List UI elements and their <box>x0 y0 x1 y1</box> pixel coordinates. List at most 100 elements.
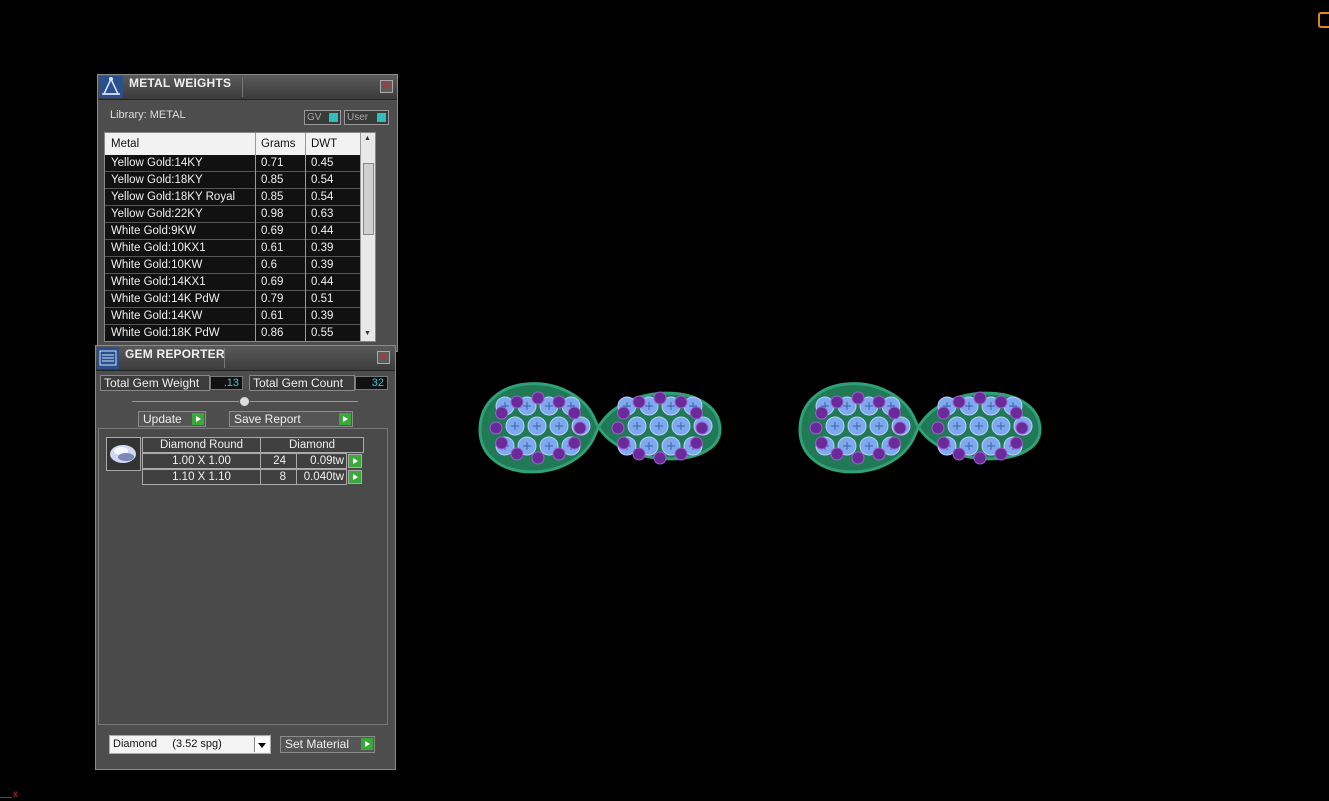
grams-cell: 0.86 <box>261 327 284 339</box>
col-metal[interactable]: Metal <box>111 138 139 150</box>
metal-name-cell: White Gold:9KW <box>111 225 196 237</box>
title-divider <box>224 348 225 368</box>
material-select[interactable]: Diamond (3.52 spg) <box>109 735 271 754</box>
metal-table-row[interactable]: Yellow Gold:18KY Royal 0.85 0.54 <box>105 189 375 206</box>
purple-gem <box>994 395 1008 409</box>
gem-size-cell: 1.00 X 1.00 <box>142 453 261 469</box>
gem-reporter-title: GEM REPORTER <box>125 347 225 361</box>
grams-cell: 0.69 <box>261 225 284 237</box>
purple-gem <box>872 447 886 461</box>
purple-gem <box>809 421 823 435</box>
purple-gem <box>674 447 688 461</box>
purple-gem <box>893 421 907 435</box>
user-toggle[interactable]: User <box>344 110 389 125</box>
dwt-cell: 0.54 <box>311 174 334 186</box>
gem-reporter-titlebar[interactable]: GEM REPORTER ✕ <box>96 346 395 371</box>
metal-table-row[interactable]: White Gold:14KX1 0.69 0.44 <box>105 274 375 291</box>
purple-gem <box>552 395 566 409</box>
gem-weight-cell: 0.09tw <box>296 453 347 469</box>
save-report-button-label: Save Report <box>234 412 301 426</box>
purple-gem <box>611 421 625 435</box>
purple-gem <box>952 447 966 461</box>
grams-cell: 0.79 <box>261 293 284 305</box>
metal-name-cell: Yellow Gold:22KY <box>111 208 203 220</box>
purple-gem <box>830 395 844 409</box>
metal-table-row[interactable]: White Gold:9KW 0.69 0.44 <box>105 223 375 240</box>
col-divider <box>255 133 256 341</box>
axis-marker: x <box>13 789 18 800</box>
purple-gem <box>489 421 503 435</box>
gem-weight-cell: 0.040tw <box>296 469 347 485</box>
metal-table-row[interactable]: Yellow Gold:14KY 0.71 0.45 <box>105 155 375 172</box>
gem-list-area: Diamond Round Diamond 1.00 X 1.00 24 0.09t… <box>98 428 388 725</box>
gem-row-play-button[interactable] <box>348 454 362 468</box>
dwt-cell: 0.39 <box>311 259 334 271</box>
metal-table-row[interactable]: Yellow Gold:18KY 0.85 0.54 <box>105 172 375 189</box>
metal-weights-close-button[interactable]: ✕ <box>380 80 393 93</box>
metal-table-row[interactable]: White Gold:10KX1 0.61 0.39 <box>105 240 375 257</box>
col-dwt[interactable]: DWT <box>311 138 337 150</box>
metal-table-row[interactable]: White Gold:10KW 0.6 0.39 <box>105 257 375 274</box>
dwt-cell: 0.63 <box>311 208 334 220</box>
purple-gem <box>632 395 646 409</box>
play-icon <box>339 413 351 425</box>
grams-cell: 0.61 <box>261 310 284 322</box>
purple-gem <box>689 436 703 450</box>
material-header: Diamond <box>260 437 364 453</box>
save-report-button[interactable]: Save Report <box>229 411 353 427</box>
purple-gem <box>510 447 524 461</box>
purple-gem <box>937 436 951 450</box>
grams-cell: 0.71 <box>261 157 284 169</box>
purple-gem <box>830 447 844 461</box>
purple-gem <box>674 395 688 409</box>
gv-toggle-indicator <box>329 113 338 122</box>
metal-weights-titlebar[interactable]: METAL WEIGHTS ✕ <box>98 75 397 100</box>
title-divider <box>242 77 243 97</box>
set-material-button[interactable]: Set Material <box>280 736 375 753</box>
metal-name-cell: White Gold:10KX1 <box>111 242 206 254</box>
purple-gem <box>1009 406 1023 420</box>
metal-name-cell: White Gold:14K PdW <box>111 293 220 305</box>
jewelry-3d-render[interactable] <box>470 360 1070 500</box>
dwt-cell: 0.44 <box>311 225 334 237</box>
diamond-round-icon <box>110 445 136 463</box>
gem-count-cell: 8 <box>260 469 297 485</box>
purple-gem <box>617 436 631 450</box>
dwt-cell: 0.55 <box>311 327 334 339</box>
total-gem-weight-label: Total Gem Weight <box>100 375 210 391</box>
chevron-down-icon[interactable] <box>254 737 269 752</box>
metal-table-row[interactable]: Yellow Gold:22KY 0.98 0.63 <box>105 206 375 223</box>
gv-toggle[interactable]: GV <box>304 110 341 125</box>
gem-reporter-close-button[interactable]: ✕ <box>377 351 390 364</box>
purple-gem <box>887 436 901 450</box>
user-toggle-label: User <box>347 112 369 123</box>
metal-name-cell: White Gold:10KW <box>111 259 203 271</box>
scroll-down-icon[interactable]: ▼ <box>364 330 371 337</box>
gem-reporter-icon <box>97 347 119 369</box>
metal-table-row[interactable]: White Gold:18K PdW 0.86 0.55 <box>105 325 375 341</box>
dwt-cell: 0.51 <box>311 293 334 305</box>
dwt-cell: 0.54 <box>311 191 334 203</box>
update-button[interactable]: Update <box>138 411 206 427</box>
purple-gem <box>931 421 945 435</box>
total-gem-weight-value: .13 <box>210 376 243 390</box>
gem-row-play-button[interactable] <box>348 470 362 484</box>
metal-table-header: Metal Grams DWT <box>105 133 375 155</box>
metal-table-row[interactable]: White Gold:14KW 0.61 0.39 <box>105 308 375 325</box>
col-grams[interactable]: Grams <box>261 138 296 150</box>
purple-gem <box>567 406 581 420</box>
metal-name-cell: White Gold:14KW <box>111 310 203 322</box>
grams-cell: 0.85 <box>261 174 284 186</box>
scroll-thumb[interactable] <box>363 163 374 235</box>
slider-handle[interactable] <box>239 396 250 407</box>
purple-gem <box>632 447 646 461</box>
gem-thumbnail[interactable] <box>106 437 141 471</box>
metal-table-row[interactable]: White Gold:14K PdW 0.79 0.51 <box>105 291 375 308</box>
top-right-viewport-icon[interactable] <box>1318 12 1329 28</box>
gem-size-cell: 1.10 X 1.10 <box>142 469 261 485</box>
metal-table-scrollbar[interactable]: ▲ ▼ <box>360 133 375 341</box>
dwt-cell: 0.39 <box>311 242 334 254</box>
purple-gem <box>815 406 829 420</box>
user-toggle-indicator <box>377 113 386 122</box>
scroll-up-icon[interactable]: ▲ <box>364 135 371 142</box>
